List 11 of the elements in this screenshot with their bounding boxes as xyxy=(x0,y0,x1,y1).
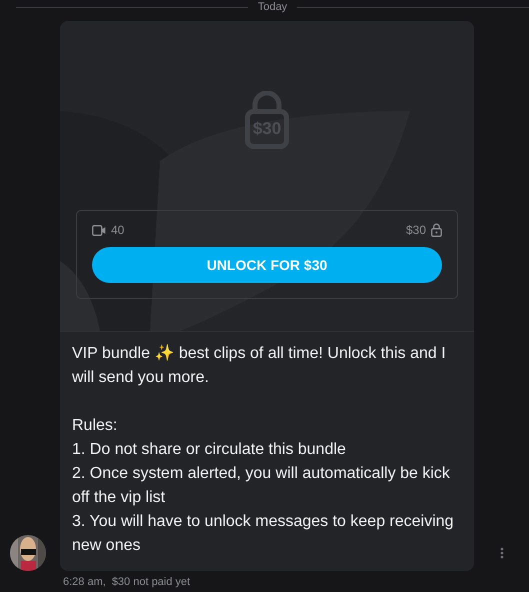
padlock-icon xyxy=(431,223,442,237)
video-camera-icon xyxy=(92,224,106,236)
more-options-icon[interactable] xyxy=(500,547,504,559)
payment-status: $30 not paid yet xyxy=(112,576,190,588)
date-divider: Today xyxy=(258,1,288,13)
message-text: VIP bundle ✨ best clips of all time! Unlock this and I will send you more. Rules: 1. Do not share or circulate this bundle 2. Once system alerted, you will automatically be kick off the vip list 3. You will have to unlock messages to keep receiving new ones xyxy=(71,343,455,556)
padlock-icon xyxy=(245,91,289,149)
price-label: $30 xyxy=(406,223,426,237)
unlock-button[interactable]: UNLOCK FOR $30 xyxy=(92,247,442,283)
message-time: 6:28 am, xyxy=(63,576,106,588)
video-count: 40 xyxy=(111,223,124,237)
